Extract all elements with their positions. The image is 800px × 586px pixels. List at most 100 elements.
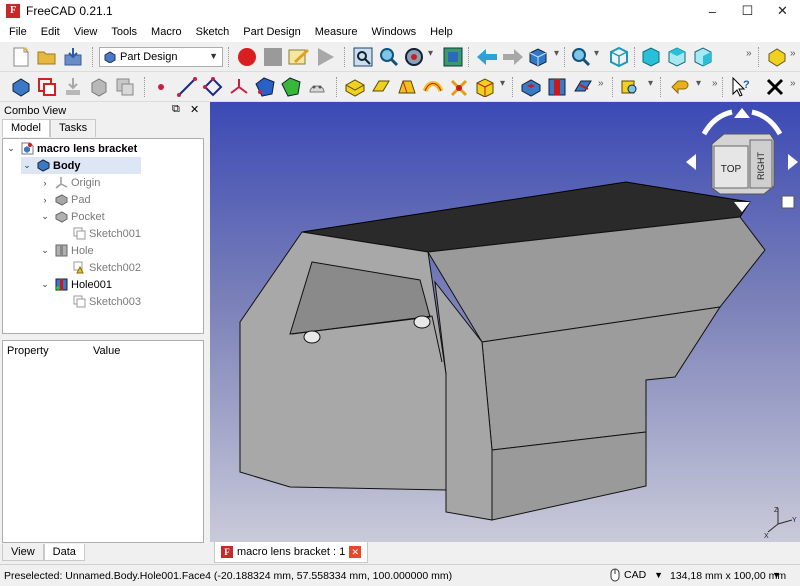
- save-icon[interactable]: [62, 46, 84, 68]
- chevron-down-icon[interactable]: ▾: [500, 78, 505, 89]
- tab-model[interactable]: Model: [2, 119, 50, 137]
- groove-icon[interactable]: [572, 76, 594, 98]
- macro-editor-icon[interactable]: [288, 46, 310, 68]
- new-document-icon[interactable]: [10, 46, 32, 68]
- float-panel-button[interactable]: ⧉: [172, 103, 180, 116]
- menu-tools[interactable]: Tools: [104, 22, 144, 42]
- datum-line-icon[interactable]: [176, 76, 198, 98]
- 3d-viewport[interactable]: TOP RIGHT Z Y X: [210, 102, 800, 542]
- stop-macro-icon[interactable]: [262, 46, 284, 68]
- toolbar-more-4[interactable]: »: [712, 78, 718, 89]
- pad-icon[interactable]: [344, 76, 366, 98]
- menu-macro[interactable]: Macro: [144, 22, 189, 42]
- property-column-header[interactable]: Property: [3, 345, 89, 357]
- fit-selection-icon[interactable]: [378, 46, 400, 68]
- datum-point-icon[interactable]: [150, 76, 172, 98]
- tree-row-sketch001[interactable]: Sketch001: [57, 225, 141, 242]
- chevron-down-icon[interactable]: ▾: [648, 78, 653, 89]
- expand-chevron-icon[interactable]: ›: [39, 178, 51, 188]
- whats-this-icon[interactable]: ?: [730, 76, 752, 98]
- tree-row-sketch002[interactable]: Sketch002: [57, 259, 141, 276]
- clone-icon[interactable]: [114, 76, 136, 98]
- local-cs-icon[interactable]: [228, 76, 250, 98]
- front-view-icon[interactable]: [640, 46, 662, 68]
- nav-rotate-ccw-icon[interactable]: [701, 109, 733, 136]
- tree-row-document[interactable]: ⌄ macro lens bracket: [5, 140, 201, 157]
- revolution-icon[interactable]: [370, 76, 392, 98]
- nav-rotate-left-icon[interactable]: [686, 154, 696, 170]
- nav-rotate-right-icon[interactable]: [788, 154, 798, 170]
- minimize-button[interactable]: –: [695, 0, 730, 22]
- nav-cube-menu-icon[interactable]: [781, 195, 795, 209]
- shape-binder-icon[interactable]: [254, 76, 276, 98]
- sub-shape-binder-icon[interactable]: [88, 76, 110, 98]
- menu-view[interactable]: View: [67, 22, 105, 42]
- chevron-down-icon[interactable]: ▾: [428, 48, 433, 59]
- measure-icon[interactable]: [620, 76, 642, 98]
- menu-windows[interactable]: Windows: [365, 22, 424, 42]
- bounding-box-icon[interactable]: [442, 46, 464, 68]
- document-tab[interactable]: F macro lens bracket : 1 ✕: [214, 542, 369, 563]
- close-tab-button[interactable]: ✕: [349, 546, 362, 558]
- tree-row-hole001[interactable]: ⌄ Hole001: [39, 276, 112, 293]
- toolbar-more-3[interactable]: »: [598, 78, 604, 89]
- additive-helix-icon[interactable]: [448, 76, 470, 98]
- tab-tasks[interactable]: Tasks: [49, 119, 97, 137]
- top-view-icon[interactable]: [666, 46, 688, 68]
- nav-rotate-down-icon[interactable]: [734, 202, 750, 212]
- execute-macro-icon[interactable]: [314, 46, 336, 68]
- right-view-icon[interactable]: [692, 46, 714, 68]
- nav-rotate-cw-icon[interactable]: [751, 109, 783, 136]
- zoom-icon[interactable]: [570, 46, 592, 68]
- tab-view[interactable]: View: [2, 544, 44, 561]
- record-macro-icon[interactable]: [236, 46, 258, 68]
- undo-icon[interactable]: [670, 76, 692, 98]
- back-arrow-icon[interactable]: [476, 46, 498, 68]
- hole-icon[interactable]: [546, 76, 568, 98]
- tree-row-sketch003[interactable]: Sketch003: [57, 293, 141, 310]
- expand-chevron-icon[interactable]: ⌄: [39, 279, 51, 290]
- isometric-view-icon[interactable]: [608, 46, 630, 68]
- expand-chevron-icon[interactable]: ⌄: [39, 245, 51, 256]
- menu-edit[interactable]: Edit: [34, 22, 67, 42]
- fit-all-icon[interactable]: [352, 46, 374, 68]
- draw-style-icon[interactable]: [404, 46, 426, 68]
- expand-chevron-icon[interactable]: ⌄: [5, 143, 17, 154]
- maximize-button[interactable]: ☐: [730, 0, 765, 22]
- additive-pipe-icon[interactable]: [422, 76, 444, 98]
- close-panel-button[interactable]: ✕: [190, 103, 199, 116]
- chevron-down-icon[interactable]: ▾: [554, 48, 559, 59]
- mold-icon[interactable]: [306, 76, 328, 98]
- create-body-icon[interactable]: [10, 76, 32, 98]
- menu-file[interactable]: File: [2, 22, 34, 42]
- validate-sketch-icon[interactable]: [62, 76, 84, 98]
- expand-chevron-icon[interactable]: ⌄: [21, 160, 33, 171]
- menu-help[interactable]: Help: [423, 22, 460, 42]
- close-window-button[interactable]: ✕: [765, 0, 800, 22]
- nav-rotate-up-icon[interactable]: [734, 108, 750, 118]
- part-icon[interactable]: [766, 46, 788, 68]
- open-folder-icon[interactable]: [36, 46, 58, 68]
- sub-shape-binder2-icon[interactable]: [280, 76, 302, 98]
- expand-chevron-icon[interactable]: ⌄: [39, 211, 51, 222]
- toolbar-more-5[interactable]: »: [790, 78, 796, 89]
- navigation-style-selector[interactable]: CAD ▼: [610, 568, 663, 582]
- pocket-icon[interactable]: [520, 76, 542, 98]
- tree-row-hole[interactable]: ⌄ Hole: [39, 242, 94, 259]
- additive-loft-icon[interactable]: [396, 76, 418, 98]
- additive-primitive-icon[interactable]: [474, 76, 496, 98]
- workbench-selector[interactable]: Part Design ▼: [99, 47, 223, 67]
- expand-chevron-icon[interactable]: ›: [39, 195, 51, 205]
- menu-measure[interactable]: Measure: [308, 22, 365, 42]
- navigation-cube[interactable]: TOP RIGHT: [684, 104, 800, 212]
- toolbar-more-2[interactable]: »: [790, 48, 796, 59]
- chevron-down-icon[interactable]: ▼: [772, 570, 781, 580]
- menu-part-design[interactable]: Part Design: [236, 22, 307, 42]
- std-view-icon[interactable]: [528, 46, 550, 68]
- tab-data[interactable]: Data: [43, 544, 85, 561]
- menu-sketch[interactable]: Sketch: [189, 22, 237, 42]
- value-column-header[interactable]: Value: [89, 345, 175, 357]
- tree-row-origin[interactable]: › Origin: [39, 174, 100, 191]
- tree-row-pad[interactable]: › Pad: [39, 191, 91, 208]
- tree-row-body[interactable]: ⌄ Body: [21, 157, 141, 174]
